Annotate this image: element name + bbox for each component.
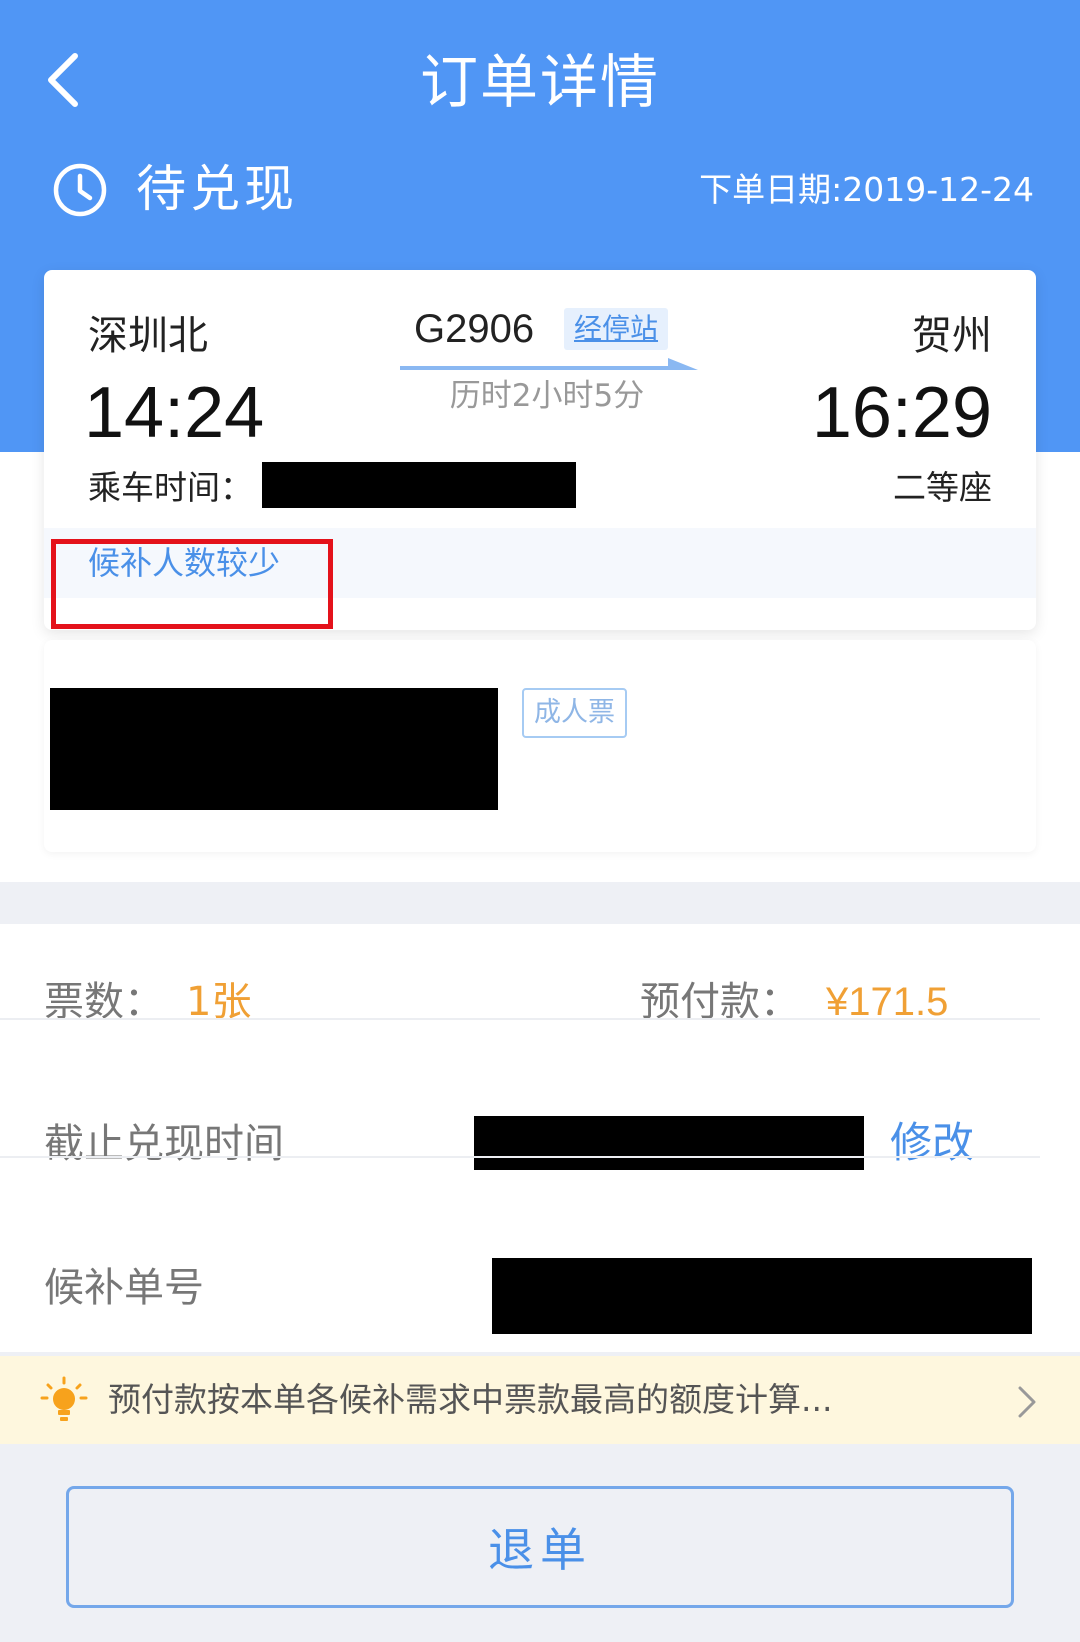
ride-time-redacted (262, 462, 576, 508)
chevron-right-icon (1018, 1386, 1036, 1418)
arrival-time: 16:29 (811, 373, 992, 453)
departure-station: 深圳北 (88, 313, 208, 359)
order-date: 下单日期:2019-12-24 (699, 170, 1034, 209)
passenger-card: 成人票 (44, 640, 1036, 852)
lightbulb-icon (40, 1376, 88, 1421)
prepay-notice[interactable]: 预付款按本单各候补需求中票款最高的额度计算... (0, 1356, 1080, 1444)
order-status: 待兑现 (136, 160, 298, 218)
divider (0, 1156, 1040, 1158)
order-summary: 票数： 1张 预付款： ¥171.5 截止兑现时间 修改 候补单号 (0, 924, 1080, 1352)
order-number-label: 候补单号 (44, 1265, 204, 1311)
ticket-count-value: 1张 (186, 979, 252, 1025)
prepay-amount: ¥171.5 (826, 980, 949, 1024)
passenger-info-redacted (50, 688, 498, 810)
page-title: 订单详情 (419, 48, 660, 116)
ticket-type-badge: 成人票 (522, 688, 627, 738)
stops-link[interactable]: 经停站 (564, 308, 669, 350)
deadline-label: 截止兑现时间 (44, 1121, 284, 1167)
modify-deadline-link[interactable]: 修改 (890, 1114, 974, 1172)
departure-time: 14:24 (84, 373, 265, 453)
ticket-count-label: 票数： (44, 979, 164, 1025)
order-number-redacted (492, 1258, 1032, 1334)
train-number: G2906 (414, 307, 535, 351)
refund-order-button[interactable]: 退单 (66, 1486, 1014, 1608)
ride-time-label: 乘车时间： (88, 468, 253, 507)
prepay-label: 预付款： (640, 979, 800, 1025)
seat-class: 二等座 (893, 468, 992, 507)
arrival-station: 贺州 (912, 313, 992, 359)
deadline-redacted (474, 1116, 864, 1170)
trip-duration: 历时2小时5分 (449, 378, 645, 414)
divider (0, 1018, 1040, 1020)
highlight-annotation (51, 539, 333, 629)
prepay-notice-text: 预付款按本单各候补需求中票款最高的额度计算... (108, 1380, 833, 1419)
clock-icon (53, 163, 107, 217)
